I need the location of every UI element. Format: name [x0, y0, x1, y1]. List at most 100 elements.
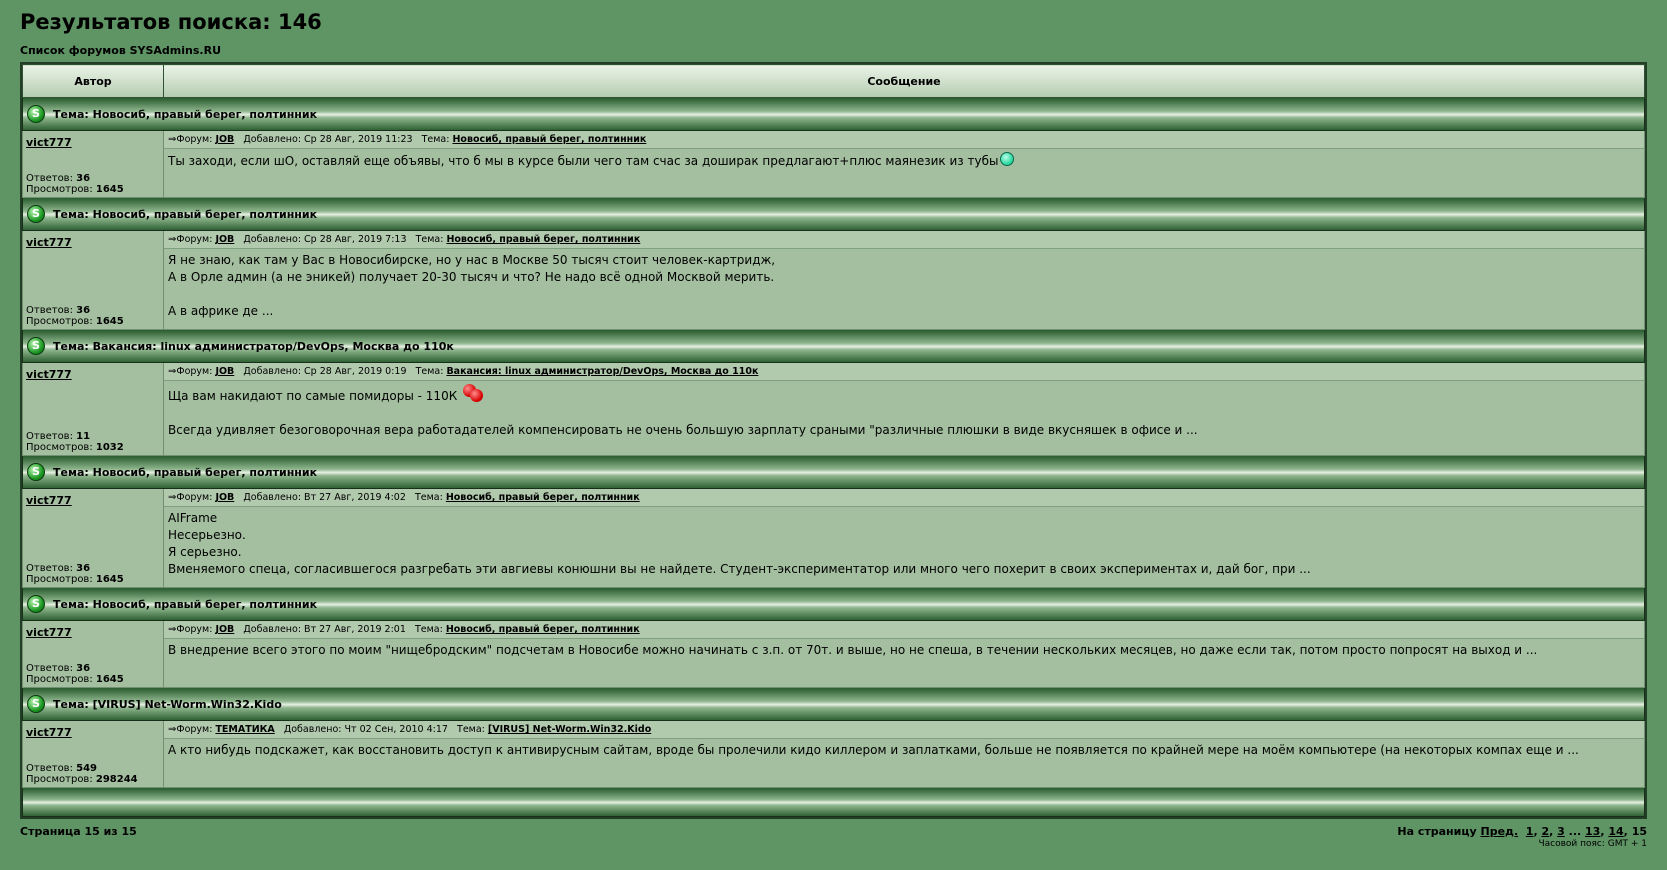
- message-line: [168, 405, 1640, 422]
- forum-link[interactable]: JOB: [215, 234, 234, 245]
- post-row: vict777 Ответов: 36 Просмотров: 1645 ⇒Форум…: [22, 488, 1645, 588]
- topic-status-icon: S: [27, 463, 45, 481]
- page-links: 1, 2, 3 ... 13, 14, 15: [1525, 825, 1647, 838]
- author-link[interactable]: vict777: [26, 236, 160, 249]
- post-message: Ща вам накидают по самые помидоры - 110К…: [164, 381, 1644, 442]
- column-message: Сообщение: [163, 64, 1645, 98]
- results-panel: Автор Сообщение S Тема: Новосиб, правый б…: [20, 62, 1647, 819]
- post-meta: ⇒Форум: ТЕМАТИКА Добавлено: Чт 02 Сен, 2…: [164, 721, 1644, 739]
- topic-status-icon: S: [27, 695, 45, 713]
- forum-link[interactable]: JOB: [215, 492, 234, 503]
- table-footer: [22, 787, 1645, 817]
- message-line: А в африке де ...: [168, 304, 274, 318]
- topic-row: S Тема: Новосиб, правый берег, полтинник: [22, 587, 1645, 621]
- topic-link[interactable]: Новосиб, правый берег, полтинник: [446, 492, 640, 503]
- topic-status-icon: S: [27, 105, 45, 123]
- topic-link[interactable]: Вакансия: linux администратор/DevOps, Мо…: [446, 366, 758, 377]
- message-line: Вменяемого спеца, согласившегося разгреб…: [168, 562, 1311, 576]
- replies-count: 36: [76, 563, 91, 574]
- post-row: vict777 Ответов: 549 Просмотров: 298244 ⇒Фо…: [22, 720, 1645, 788]
- topic-link[interactable]: Новосиб, правый берег, полтинник: [446, 234, 640, 245]
- replies-count: 36: [76, 305, 91, 316]
- replies-count: 36: [76, 663, 91, 674]
- message-line: [168, 286, 1640, 303]
- pagination: На страницу Пред. 1, 2, 3 ... 13, 14, 15: [1397, 825, 1647, 838]
- views-count: 1645: [95, 574, 124, 585]
- post-date: Ср 28 Авг, 2019 0:19: [304, 366, 407, 377]
- results-table: Автор Сообщение S Тема: Новосиб, правый б…: [22, 64, 1645, 817]
- replies-count: 549: [76, 763, 98, 774]
- message-line: Всегда удивляет безоговорочная вера рабо…: [168, 423, 1198, 437]
- message-cell: ⇒Форум: JOB Добавлено: Ср 28 Авг, 2019 7…: [163, 230, 1645, 330]
- post-row: vict777 Ответов: 36 Просмотров: 1645 ⇒Форум…: [22, 230, 1645, 330]
- author-link[interactable]: vict777: [26, 136, 160, 149]
- page-link[interactable]: 13: [1585, 825, 1600, 838]
- views-count: 1032: [95, 442, 124, 453]
- topic-title: Вакансия: linux администратор/DevOps, Мо…: [92, 339, 454, 353]
- author-cell: vict777 Ответов: 11 Просмотров: 1032: [22, 362, 164, 456]
- message-line: Я не знаю, как там у Вас в Новосибирске,…: [168, 253, 776, 267]
- post-meta: ⇒Форум: JOB Добавлено: Ср 28 Авг, 2019 7…: [164, 231, 1644, 249]
- author-cell: vict777 Ответов: 549 Просмотров: 298244: [22, 720, 164, 788]
- post-message: Я не знаю, как там у Вас в Новосибирске,…: [164, 249, 1644, 323]
- message-cell: ⇒Форум: JOB Добавлено: Ср 28 Авг, 2019 1…: [163, 130, 1645, 198]
- forum-list-link[interactable]: Список форумов SYSAdmins.RU: [20, 44, 1647, 58]
- author-link[interactable]: vict777: [26, 626, 160, 639]
- topic-status-icon: S: [27, 337, 45, 355]
- bottom-bar: Страница 15 из 15 На страницу Пред. 1, 2…: [20, 825, 1647, 865]
- topic-title: Новосиб, правый берег, полтинник: [92, 597, 318, 611]
- post-message: А кто нибудь подскажет, как восстановить…: [164, 739, 1644, 762]
- topic-row: S Тема: Новосиб, правый берег, полтинник: [22, 197, 1645, 231]
- topic-row: S Тема: [VIRUS] Net-Worm.Win32.Kido: [22, 687, 1645, 721]
- topic-title: Новосиб, правый берег, полтинник: [92, 207, 318, 221]
- views-count: 1645: [95, 184, 124, 195]
- post-row: vict777 Ответов: 36 Просмотров: 1645 ⇒Форум…: [22, 620, 1645, 688]
- message-line: Ты заходи, если шО, оставляй еще объявы,…: [168, 152, 1640, 170]
- message-line: AIFrame: [168, 511, 218, 525]
- author-cell: vict777 Ответов: 36 Просмотров: 1645: [22, 488, 164, 588]
- topic-link[interactable]: Новосиб, правый берег, полтинник: [446, 624, 640, 635]
- topic-row: S Тема: Новосиб, правый берег, полтинник: [22, 97, 1645, 131]
- author-link[interactable]: vict777: [26, 494, 160, 507]
- prev-page-link[interactable]: Пред.: [1481, 825, 1519, 838]
- topic-stats: Ответов: 36 Просмотров: 1645: [26, 173, 124, 195]
- topic-prefix: Тема:: [53, 207, 89, 221]
- post-date: Чт 02 Сен, 2010 4:17: [344, 724, 448, 735]
- forum-link[interactable]: ТЕМАТИКА: [215, 724, 274, 735]
- page-link[interactable]: 1: [1526, 825, 1534, 838]
- message-line: Я серьезно.: [168, 545, 242, 559]
- topic-title: Новосиб, правый берег, полтинник: [92, 465, 318, 479]
- topic-prefix: Тема:: [53, 465, 89, 479]
- topic-prefix: Тема:: [53, 107, 89, 121]
- author-link[interactable]: vict777: [26, 726, 160, 739]
- message-cell: ⇒Форум: JOB Добавлено: Вт 27 Авг, 2019 4…: [163, 488, 1645, 588]
- forum-link[interactable]: JOB: [215, 624, 234, 635]
- post-date: Ср 28 Авг, 2019 11:23: [304, 134, 413, 145]
- page-link[interactable]: 14: [1608, 825, 1623, 838]
- topic-link[interactable]: [VIRUS] Net-Worm.Win32.Kido: [488, 724, 651, 735]
- forum-link[interactable]: JOB: [215, 366, 234, 377]
- post-date: Ср 28 Авг, 2019 7:13: [304, 234, 407, 245]
- views-count: 1645: [95, 674, 124, 685]
- views-count: 1645: [95, 316, 124, 327]
- topic-row: S Тема: Новосиб, правый берег, полтинник: [22, 455, 1645, 489]
- author-link[interactable]: vict777: [26, 368, 160, 381]
- topic-stats: Ответов: 36 Просмотров: 1645: [26, 305, 124, 327]
- message-line: Ща вам накидают по самые помидоры - 110К: [168, 384, 1640, 405]
- page: Результатов поиска: 146 Список форумов S…: [0, 0, 1667, 865]
- topic-title: [VIRUS] Net-Worm.Win32.Kido: [92, 697, 282, 711]
- post-meta: ⇒Форум: JOB Добавлено: Ср 28 Авг, 2019 0…: [164, 363, 1644, 381]
- post-date: Вт 27 Авг, 2019 4:02: [304, 492, 406, 503]
- topic-link[interactable]: Новосиб, правый берег, полтинник: [452, 134, 646, 145]
- forum-link[interactable]: JOB: [215, 134, 234, 145]
- topic-stats: Ответов: 36 Просмотров: 1645: [26, 563, 124, 585]
- message-cell: ⇒Форум: JOB Добавлено: Вт 27 Авг, 2019 2…: [163, 620, 1645, 688]
- author-cell: vict777 Ответов: 36 Просмотров: 1645: [22, 130, 164, 198]
- page-link[interactable]: 3: [1557, 825, 1565, 838]
- message-cell: ⇒Форум: JOB Добавлено: Ср 28 Авг, 2019 0…: [163, 362, 1645, 456]
- topic-stats: Ответов: 549 Просмотров: 298244: [26, 763, 138, 785]
- message-line: А кто нибудь подскажет, как восстановить…: [168, 743, 1579, 757]
- replies-count: 36: [76, 173, 91, 184]
- column-author: Автор: [22, 64, 164, 98]
- page-link[interactable]: 2: [1541, 825, 1549, 838]
